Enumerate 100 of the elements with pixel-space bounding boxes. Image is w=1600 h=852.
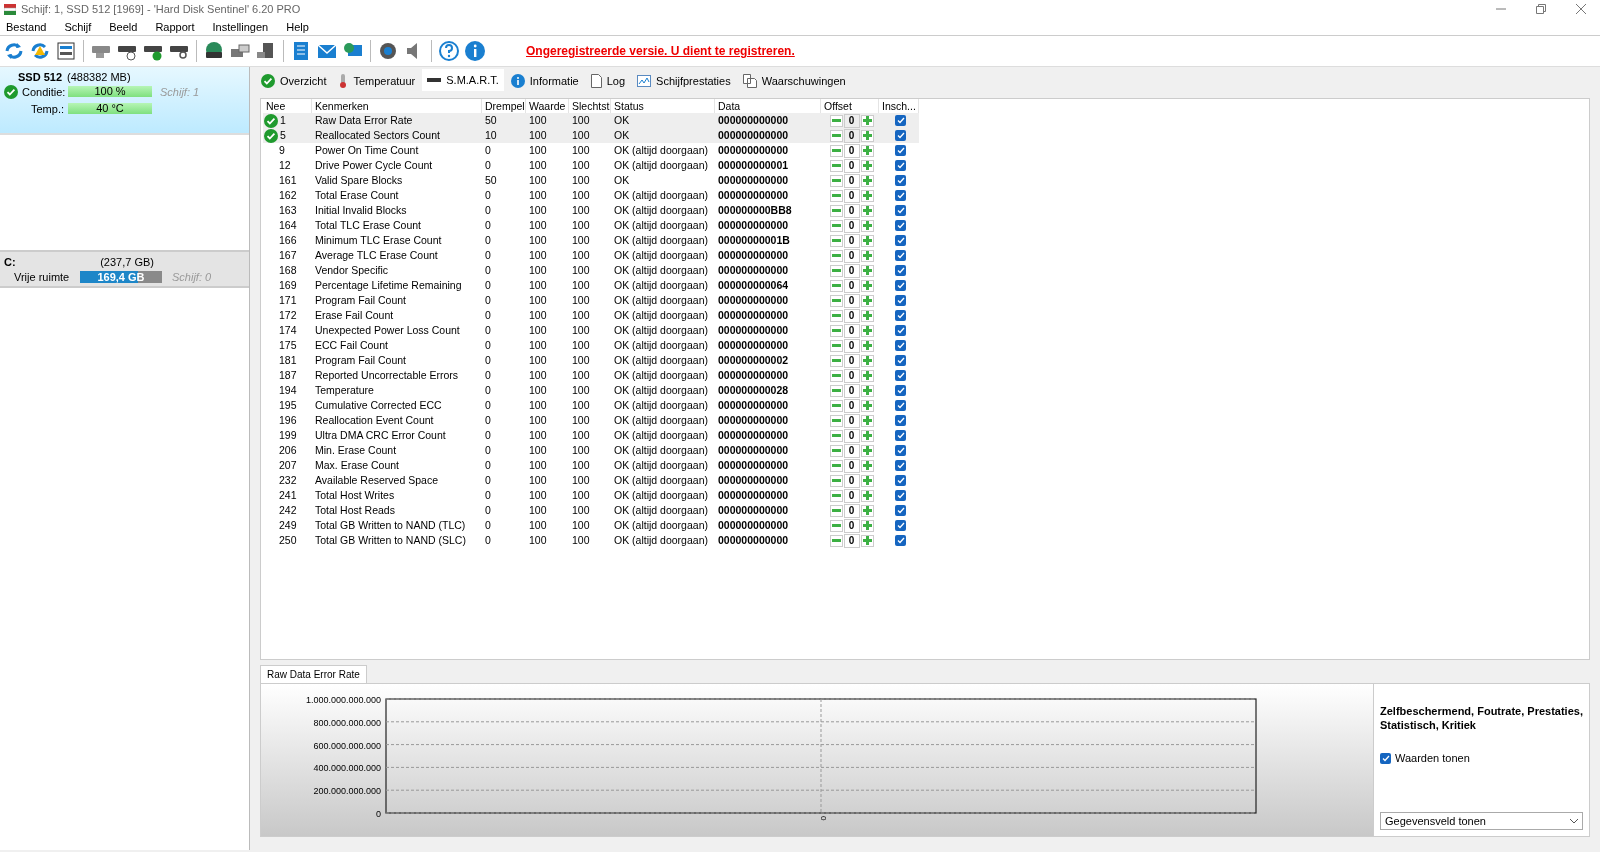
offset-field[interactable]: 0 xyxy=(843,533,860,548)
checkbox[interactable] xyxy=(895,310,906,321)
checkbox[interactable] xyxy=(895,265,906,276)
offset-field[interactable]: 0 xyxy=(843,308,860,323)
checkbox[interactable] xyxy=(895,535,906,546)
plus-button[interactable] xyxy=(860,324,874,337)
minus-button[interactable] xyxy=(829,384,843,397)
plus-button[interactable] xyxy=(860,354,874,367)
offset-field[interactable]: 0 xyxy=(843,413,860,428)
offset-field[interactable]: 0 xyxy=(843,293,860,308)
minus-button[interactable] xyxy=(829,489,843,502)
checkbox[interactable] xyxy=(895,340,906,351)
plus-button[interactable] xyxy=(860,519,874,532)
offset-field[interactable]: 0 xyxy=(843,188,860,203)
minus-button[interactable] xyxy=(829,429,843,442)
offset-field[interactable]: 0 xyxy=(843,128,860,143)
minus-button[interactable] xyxy=(829,324,843,337)
checkbox[interactable] xyxy=(895,520,906,531)
partition-card[interactable]: C: (237,7 GB) Vrije ruimte 169,4 GB Schijf: 0 xyxy=(0,250,249,288)
minus-button[interactable] xyxy=(829,534,843,547)
offset-field[interactable]: 0 xyxy=(843,323,860,338)
close-icon[interactable] xyxy=(1576,4,1586,14)
plus-button[interactable] xyxy=(860,429,874,442)
offset-field[interactable]: 0 xyxy=(843,473,860,488)
checkbox[interactable] xyxy=(895,130,906,141)
minus-button[interactable] xyxy=(829,174,843,187)
offset-field[interactable]: 0 xyxy=(843,488,860,503)
checkbox[interactable] xyxy=(895,430,906,441)
checkbox[interactable] xyxy=(895,115,906,126)
minus-button[interactable] xyxy=(829,159,843,172)
minus-button[interactable] xyxy=(829,294,843,307)
settings-icon[interactable] xyxy=(377,40,399,62)
plus-button[interactable] xyxy=(860,279,874,292)
plus-button[interactable] xyxy=(860,249,874,262)
plus-button[interactable] xyxy=(860,489,874,502)
checkbox[interactable] xyxy=(895,490,906,501)
minus-button[interactable] xyxy=(829,354,843,367)
plus-button[interactable] xyxy=(860,264,874,277)
menu-item[interactable]: Beeld xyxy=(107,20,146,33)
plus-button[interactable] xyxy=(860,459,874,472)
plus-button[interactable] xyxy=(860,534,874,547)
plus-button[interactable] xyxy=(860,129,874,142)
minus-button[interactable] xyxy=(829,234,843,247)
minus-button[interactable] xyxy=(829,279,843,292)
tab[interactable]: Raw Data Error Rate xyxy=(260,665,367,683)
checkbox[interactable] xyxy=(895,175,906,186)
plus-button[interactable] xyxy=(860,309,874,322)
minus-button[interactable] xyxy=(829,204,843,217)
menu-item[interactable]: Bestand xyxy=(4,20,55,33)
menu-item[interactable]: Rapport xyxy=(153,20,203,33)
checkbox[interactable] xyxy=(895,205,906,216)
minus-button[interactable] xyxy=(829,144,843,157)
offset-field[interactable]: 0 xyxy=(843,158,860,173)
checkbox[interactable] xyxy=(895,460,906,471)
checkbox[interactable] xyxy=(895,475,906,486)
offset-field[interactable]: 0 xyxy=(843,368,860,383)
plus-button[interactable] xyxy=(860,399,874,412)
tab[interactable]: S.M.A.R.T. xyxy=(422,69,504,91)
checkbox[interactable] xyxy=(895,280,906,291)
register-link[interactable]: Ongeregistreerde versie. U dient te registreren. xyxy=(526,44,795,58)
plus-button[interactable] xyxy=(860,444,874,457)
minus-button[interactable] xyxy=(829,399,843,412)
plus-button[interactable] xyxy=(860,204,874,217)
minus-button[interactable] xyxy=(829,444,843,457)
offset-field[interactable]: 0 xyxy=(843,233,860,248)
minus-button[interactable] xyxy=(829,474,843,487)
restore-icon[interactable] xyxy=(1536,4,1546,14)
checkbox[interactable] xyxy=(895,445,906,456)
offset-field[interactable]: 0 xyxy=(843,443,860,458)
offset-field[interactable]: 0 xyxy=(843,458,860,473)
refresh-warning-icon[interactable] xyxy=(29,40,51,62)
plus-button[interactable] xyxy=(860,174,874,187)
plus-button[interactable] xyxy=(860,369,874,382)
refresh-icon[interactable] xyxy=(3,40,25,62)
checkbox[interactable] xyxy=(895,160,906,171)
minus-button[interactable] xyxy=(829,264,843,277)
menu-item[interactable]: Help xyxy=(284,20,317,33)
checkbox[interactable] xyxy=(895,145,906,156)
minus-button[interactable] xyxy=(829,249,843,262)
offset-field[interactable]: 0 xyxy=(843,113,860,128)
minus-button[interactable] xyxy=(829,189,843,202)
offset-field[interactable]: 0 xyxy=(843,353,860,368)
plus-button[interactable] xyxy=(860,234,874,247)
offset-field[interactable]: 0 xyxy=(843,248,860,263)
offset-field[interactable]: 0 xyxy=(843,218,860,233)
plus-button[interactable] xyxy=(860,474,874,487)
plus-button[interactable] xyxy=(860,504,874,517)
plus-button[interactable] xyxy=(860,414,874,427)
checkbox[interactable] xyxy=(895,325,906,336)
plus-button[interactable] xyxy=(860,339,874,352)
minus-button[interactable] xyxy=(829,309,843,322)
checkbox[interactable] xyxy=(895,250,906,261)
checkbox[interactable] xyxy=(1380,752,1391,764)
plus-button[interactable] xyxy=(860,114,874,127)
plus-button[interactable] xyxy=(860,159,874,172)
checkbox[interactable] xyxy=(895,220,906,231)
offset-field[interactable]: 0 xyxy=(843,143,860,158)
offset-field[interactable]: 0 xyxy=(843,338,860,353)
plus-button[interactable] xyxy=(860,189,874,202)
offset-field[interactable]: 0 xyxy=(843,278,860,293)
